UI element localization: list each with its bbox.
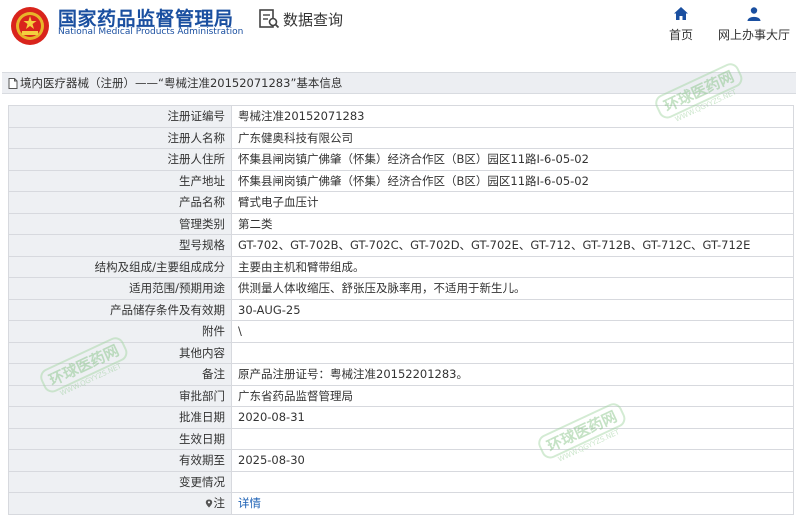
field-value: 第二类 <box>231 212 794 235</box>
site-header: 国家药品监督管理局 National Medical Products Admi… <box>0 0 800 62</box>
table-row: 审批部门 广东省药品监督管理局 <box>8 384 794 407</box>
field-value: 2020-08-31 <box>231 406 794 429</box>
field-label: 结构及组成/主要组成成分 <box>8 255 232 278</box>
field-value: 广东省药品监督管理局 <box>231 384 794 407</box>
field-value: 2025-08-30 <box>231 449 794 472</box>
field-label: 适用范围/预期用途 <box>8 277 232 300</box>
table-row: 适用范围/预期用途 供测量人体收缩压、舒张压及脉率用，不适用于新生儿。 <box>8 277 794 300</box>
table-row: 附件 \ <box>8 320 794 343</box>
field-label: 备注 <box>8 363 232 386</box>
data-query-label: 数据查询 <box>283 10 344 29</box>
field-value: 广东健奥科技有限公司 <box>231 126 794 149</box>
field-value <box>231 427 794 450</box>
field-label: 管理类别 <box>8 212 232 235</box>
field-value: 供测量人体收缩压、舒张压及脉率用，不适用于新生儿。 <box>231 277 794 300</box>
table-row: 变更情况 <box>8 470 794 493</box>
field-value <box>231 341 794 364</box>
field-label: 产品名称 <box>8 191 232 214</box>
table-row: 备注 原产品注册证号：粤械注准20152201283。 <box>8 363 794 386</box>
field-label: 注册人住所 <box>8 148 232 171</box>
table-row: 结构及组成/主要组成成分 主要由主机和臂带组成。 <box>8 255 794 278</box>
data-query-link[interactable]: 数据查询 <box>258 8 343 30</box>
field-label: 产品储存条件及有效期 <box>8 298 232 321</box>
nav-home[interactable]: 首页 <box>665 6 697 43</box>
field-label: 注 <box>213 496 226 511</box>
field-value: 主要由主机和臂带组成。 <box>231 255 794 278</box>
field-label: 附件 <box>8 320 232 343</box>
field-label: 批准日期 <box>8 406 232 429</box>
table-row: 型号规格 GT-702、GT-702B、GT-702C、GT-702D、GT-70… <box>8 234 794 257</box>
document-icon <box>8 77 18 89</box>
nav-online-hall-label: 网上办事大厅 <box>718 28 791 42</box>
nav-online-hall[interactable]: 网上办事大厅 <box>718 6 790 43</box>
org-name-en: National Medical Products Administration <box>58 27 244 37</box>
registration-info-table: 注册证编号 粤械注准20152071283 注册人名称 广东健奥科技有限公司 注册人… <box>8 105 794 515</box>
document-search-icon <box>259 9 280 29</box>
table-row: 注册人名称 广东健奥科技有限公司 <box>8 126 794 149</box>
field-value <box>231 470 794 493</box>
table-row: 注册证编号 粤械注准20152071283 <box>8 105 794 128</box>
field-label: 变更情况 <box>8 470 232 493</box>
location-pin-icon <box>205 499 212 508</box>
breadcrumb-text: 境内医疗器械（注册）——“粤械注准20152071283”基本信息 <box>20 76 343 90</box>
person-icon <box>747 7 761 21</box>
field-label: 注册人名称 <box>8 126 232 149</box>
table-row: 其他内容 <box>8 341 794 364</box>
table-row: 产品储存条件及有效期 30-AUG-25 <box>8 298 794 321</box>
national-emblem-icon <box>11 7 49 45</box>
table-row: 管理类别 第二类 <box>8 212 794 235</box>
field-label: 注册证编号 <box>8 105 232 128</box>
details-link[interactable]: 详情 <box>238 496 261 510</box>
field-value: \ <box>231 320 794 343</box>
table-row: 注 详情 <box>8 492 794 515</box>
nav-home-label: 首页 <box>668 28 693 42</box>
table-row: 产品名称 臂式电子血压计 <box>8 191 794 214</box>
field-value: 臂式电子血压计 <box>231 191 794 214</box>
field-value: 怀集县闸岗镇广佛肇（怀集）经济合作区（B区）园区11路Ⅰ-6-05-02 <box>231 169 794 192</box>
table-row: 生产地址 怀集县闸岗镇广佛肇（怀集）经济合作区（B区）园区11路Ⅰ-6-05-02 <box>8 169 794 192</box>
field-label: 有效期至 <box>8 449 232 472</box>
field-label: 生效日期 <box>8 427 232 450</box>
field-label: 生产地址 <box>8 169 232 192</box>
table-row: 生效日期 <box>8 427 794 450</box>
field-value: 原产品注册证号：粤械注准20152201283。 <box>231 363 794 386</box>
table-row: 有效期至 2025-08-30 <box>8 449 794 472</box>
home-icon <box>674 7 688 20</box>
field-label: 其他内容 <box>8 341 232 364</box>
field-label: 审批部门 <box>8 384 232 407</box>
field-value: 详情 <box>231 492 794 515</box>
breadcrumb: 境内医疗器械（注册）——“粤械注准20152071283”基本信息 <box>2 72 796 94</box>
field-label: 型号规格 <box>8 234 232 257</box>
field-value: 粤械注准20152071283 <box>231 105 794 128</box>
table-row: 注册人住所 怀集县闸岗镇广佛肇（怀集）经济合作区（B区）园区11路Ⅰ-6-05-0… <box>8 148 794 171</box>
field-value: GT-702、GT-702B、GT-702C、GT-702D、GT-702E、G… <box>231 234 794 257</box>
note-label-cell: 注 <box>8 492 232 515</box>
table-row: 批准日期 2020-08-31 <box>8 406 794 429</box>
field-value: 30-AUG-25 <box>231 298 794 321</box>
field-value: 怀集县闸岗镇广佛肇（怀集）经济合作区（B区）园区11路Ⅰ-6-05-02 <box>231 148 794 171</box>
